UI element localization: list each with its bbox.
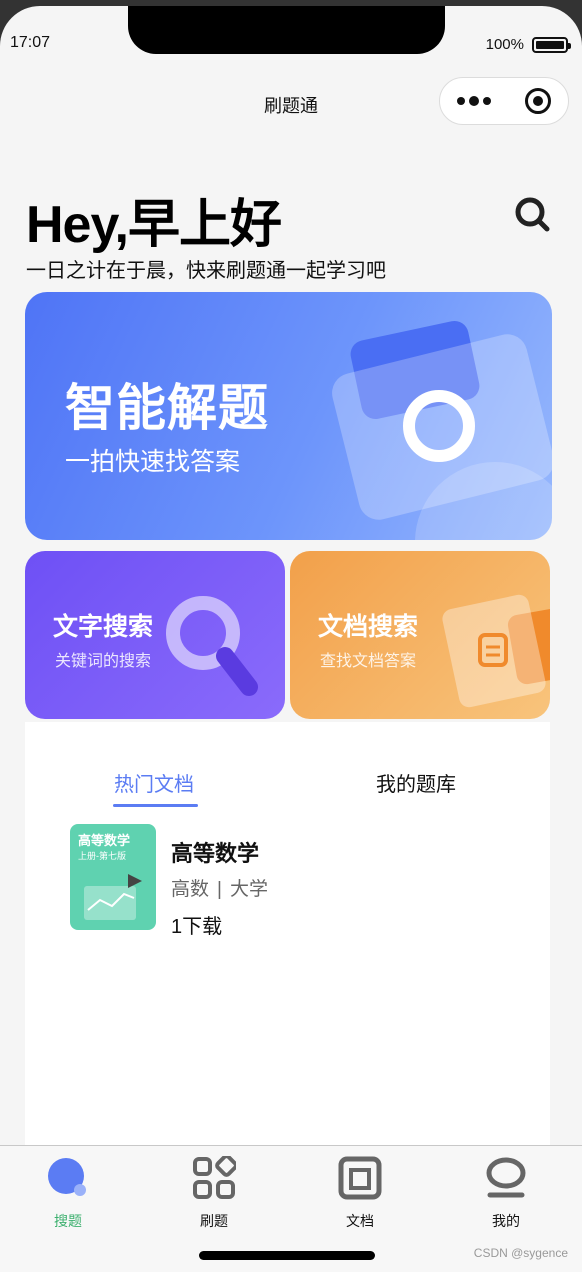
battery-icon [532, 36, 571, 53]
status-time: 17:07 [10, 34, 51, 51]
profile-icon [486, 1157, 526, 1198]
doc-search-card[interactable]: 文档搜索 查找文档答案 [290, 551, 550, 719]
greeting-title: Hey,早上好 [26, 196, 282, 254]
tab-hot-documents[interactable]: 热门文档 [114, 768, 194, 797]
tabbar-label-documents: 文档 [346, 1213, 374, 1229]
search-icon[interactable] [512, 194, 552, 234]
text-search-title: 文字搜索 [53, 613, 154, 641]
document-panel [25, 722, 550, 1152]
greeting-subtitle: 一日之计在于晨，快来刷题通一起学习吧 [26, 260, 386, 282]
doc-search-subtitle: 查找文档答案 [320, 653, 417, 670]
tabbar-label-search: 搜题 [54, 1213, 82, 1229]
document-category: 高数 [171, 879, 210, 900]
active-tab-indicator [113, 804, 198, 807]
tabbar-item-practice[interactable]: 刷题 [174, 1154, 254, 1231]
hero-title: 智能解题 [65, 380, 269, 436]
tabbar-label-practice: 刷题 [200, 1213, 228, 1229]
hero-subtitle: 一拍快速找答案 [65, 448, 241, 476]
smart-solve-card[interactable]: 智能解题 一拍快速找答案 [25, 292, 552, 540]
grid-icon [193, 1154, 238, 1199]
document-meta: 高数 | 大学 [171, 879, 268, 900]
text-search-subtitle: 关键词的搜索 [55, 653, 152, 670]
cover-chart-graphic [84, 874, 142, 920]
document-name: 高等数学 [171, 841, 260, 866]
document-downloads: 1下载 [171, 916, 223, 938]
tabbar-item-search[interactable]: 搜题 [28, 1156, 108, 1231]
document-cover: 高等数学 上册-第七版 [70, 824, 156, 930]
status-right: 100% [485, 36, 571, 53]
tab-my-question-bank[interactable]: 我的题库 [376, 768, 456, 797]
watermark: CSDN @sygence [473, 1246, 568, 1260]
notch [128, 6, 445, 54]
battery-percent: 100% [485, 36, 524, 53]
more-icon[interactable] [457, 96, 491, 106]
search-ball-icon [48, 1158, 86, 1196]
doc-search-title: 文档搜索 [318, 613, 419, 641]
tabbar-label-mine: 我的 [492, 1213, 520, 1229]
home-indicator [199, 1251, 375, 1260]
tabbar-item-mine[interactable]: 我的 [466, 1156, 546, 1231]
text-search-card[interactable]: 文字搜索 关键词的搜索 [25, 551, 285, 719]
document-level: 大学 [229, 879, 268, 900]
mini-program-capsule [439, 77, 569, 125]
close-target-icon[interactable] [525, 88, 551, 114]
tabbar-item-documents[interactable]: 文档 [320, 1156, 400, 1231]
document-icon [338, 1156, 382, 1200]
document-list-item[interactable]: 高等数学 上册-第七版 高等数学 高数 | 大学 1下载 [70, 824, 490, 938]
